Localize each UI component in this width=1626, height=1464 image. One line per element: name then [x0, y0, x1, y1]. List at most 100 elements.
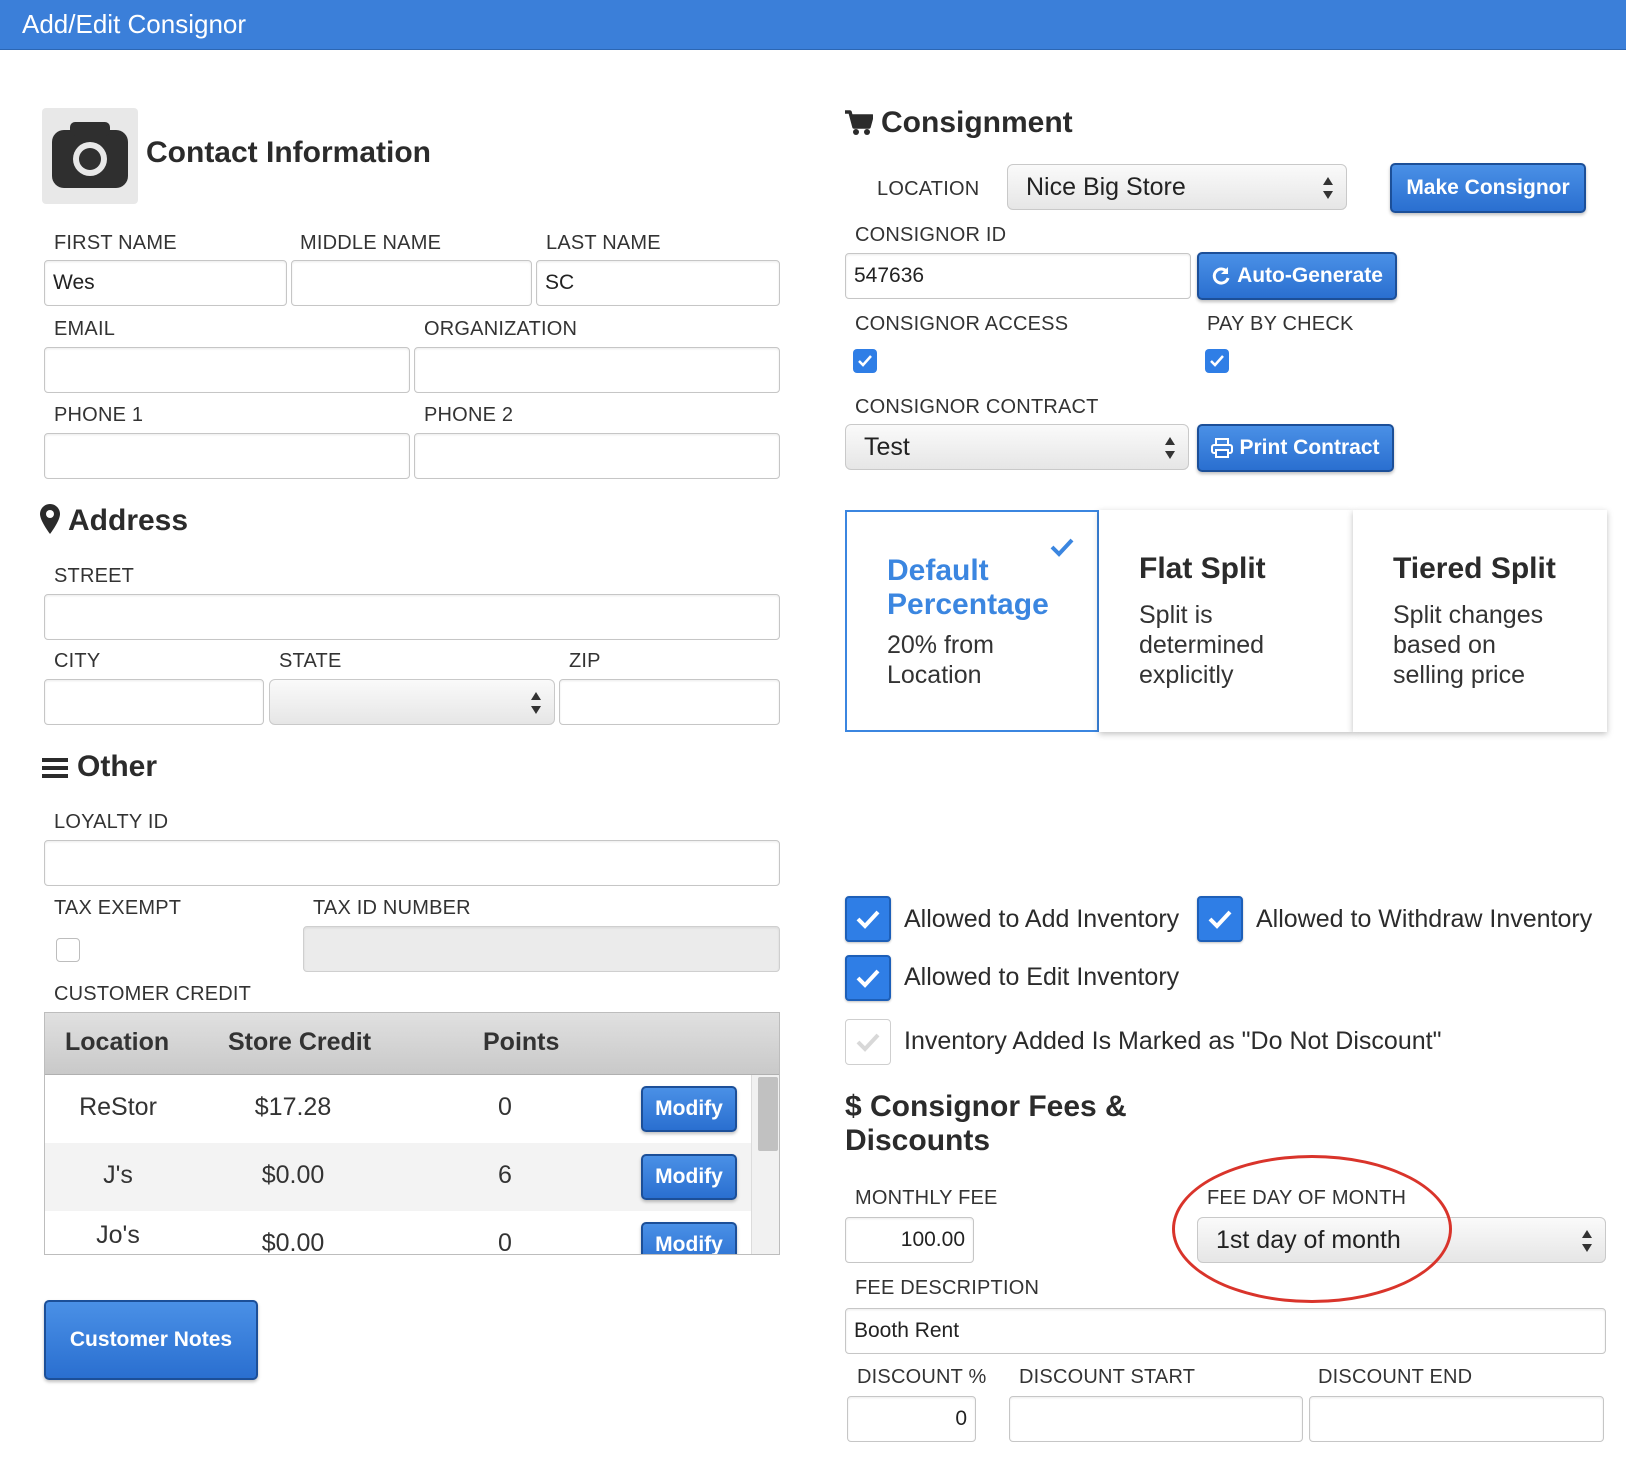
consignor-access-checkbox[interactable]: [853, 349, 877, 373]
last-name-label: LAST NAME: [546, 232, 661, 254]
allow-withdraw-inventory-checkbox[interactable]: [1197, 896, 1243, 942]
phone2-label: PHONE 2: [424, 404, 514, 426]
allow-add-inventory-label: Allowed to Add Inventory: [904, 905, 1180, 933]
location-select[interactable]: Nice Big Store: [1007, 164, 1347, 210]
checkmark-icon: [856, 910, 880, 929]
middle-name-label: MIDDLE NAME: [300, 232, 442, 254]
modify-button[interactable]: Modify: [641, 1154, 737, 1200]
contract-select[interactable]: Test: [845, 424, 1189, 470]
tax-id-input[interactable]: [303, 926, 780, 972]
consignor-contract-label: CONSIGNOR CONTRACT: [855, 396, 1099, 418]
auto-generate-label: Auto-Generate: [1237, 264, 1383, 287]
make-consignor-button[interactable]: Make Consignor: [1390, 163, 1586, 213]
last-name-input[interactable]: SC: [536, 260, 780, 306]
refresh-icon: [1212, 267, 1230, 285]
do-not-discount-checkbox[interactable]: [845, 1019, 891, 1065]
consignor-id-input[interactable]: 547636: [845, 253, 1191, 299]
split-card-description: 20% from Location: [887, 631, 994, 689]
print-icon: [1211, 438, 1234, 458]
split-card-description: Split is determined explicitly: [1139, 601, 1265, 689]
location-label: LOCATION: [877, 178, 980, 200]
checkmark-icon: [1210, 355, 1224, 367]
cell-points: 0: [498, 1229, 512, 1255]
other-heading: Other: [77, 750, 158, 783]
modify-button[interactable]: Modify: [641, 1222, 737, 1254]
phone1-input[interactable]: [44, 433, 410, 479]
discount-end-input[interactable]: [1309, 1396, 1604, 1442]
street-label: STREET: [54, 565, 135, 587]
select-arrows-icon: [531, 692, 541, 714]
email-input[interactable]: [44, 347, 410, 393]
print-contract-button[interactable]: Print Contract: [1197, 424, 1394, 472]
scrollbar-thumb[interactable]: [758, 1077, 778, 1151]
city-input[interactable]: [44, 679, 264, 725]
customer-credit-label: CUSTOMER CREDIT: [54, 983, 252, 1005]
shopping-cart-icon: [845, 110, 874, 136]
monthly-fee-input[interactable]: 100.00: [845, 1217, 974, 1263]
checkmark-icon: [856, 969, 880, 988]
zip-input[interactable]: [559, 679, 780, 725]
state-label: STATE: [279, 650, 342, 672]
phone2-input[interactable]: [414, 433, 780, 479]
monthly-fee-label: MONTHLY FEE: [855, 1187, 998, 1209]
loyalty-input[interactable]: [44, 840, 780, 886]
camera-icon[interactable]: [42, 108, 138, 204]
column-header-store-credit: Store Credit: [228, 1028, 372, 1056]
allow-withdraw-inventory-label: Allowed to Withdraw Inventory: [1256, 905, 1593, 933]
fee-description-label: FEE DESCRIPTION: [855, 1277, 1040, 1299]
cell-location: J's: [103, 1161, 133, 1189]
address-heading: Address: [68, 504, 189, 537]
cell-store-credit: $0.00: [261, 1161, 325, 1189]
title-bar: Add/Edit Consignor: [0, 0, 1626, 50]
pay-by-check-checkbox[interactable]: [1205, 349, 1229, 373]
cell-location: ReStor: [79, 1093, 157, 1121]
consignment-heading: Consignment: [881, 106, 1073, 139]
consignor-access-label: CONSIGNOR ACCESS: [855, 313, 1069, 335]
discount-pct-input[interactable]: 0: [847, 1396, 976, 1442]
discount-start-input[interactable]: [1009, 1396, 1303, 1442]
customer-notes-button[interactable]: Customer Notes: [44, 1300, 258, 1380]
split-card-title: Tiered Split: [1393, 552, 1556, 585]
do-not-discount-label: Inventory Added Is Marked as "Do Not Dis…: [904, 1027, 1442, 1055]
modify-button[interactable]: Modify: [641, 1086, 737, 1132]
menu-icon: [42, 756, 68, 780]
tax-exempt-checkbox[interactable]: [56, 938, 80, 962]
middle-name-input[interactable]: [291, 260, 532, 306]
split-card-default-percentage[interactable]: Default Percentage 20% from Location: [845, 510, 1099, 732]
first-name-label: FIRST NAME: [54, 232, 177, 254]
map-marker-icon: [40, 504, 60, 534]
select-arrows-icon: [1165, 437, 1175, 459]
split-card-tiered-split[interactable]: Tiered Split Split changes based on sell…: [1353, 510, 1607, 732]
organization-input[interactable]: [414, 347, 780, 393]
select-arrows-icon: [1323, 177, 1333, 199]
consignor-id-label: CONSIGNOR ID: [855, 224, 1007, 246]
loyalty-label: LOYALTY ID: [54, 811, 169, 833]
cell-store-credit: $17.28: [254, 1093, 332, 1121]
split-card-flat-split[interactable]: Flat Split Split is determined explicitl…: [1099, 510, 1353, 732]
street-input[interactable]: [44, 594, 780, 640]
phone1-label: PHONE 1: [54, 404, 144, 426]
discount-pct-label: DISCOUNT %: [857, 1366, 987, 1388]
window-title: Add/Edit Consignor: [22, 9, 247, 39]
fees-heading: $ Consignor Fees & Discounts: [845, 1090, 1127, 1158]
fees-heading-line1: $ Consignor Fees &: [845, 1090, 1127, 1123]
zip-label: ZIP: [569, 650, 601, 672]
allow-edit-inventory-label: Allowed to Edit Inventory: [904, 963, 1180, 991]
contract-value: Test: [864, 433, 910, 461]
cell-location: Jo's: [96, 1221, 140, 1249]
pay-by-check-label: PAY BY CHECK: [1207, 313, 1354, 335]
state-select[interactable]: [269, 679, 555, 725]
email-label: EMAIL: [54, 318, 116, 340]
allow-add-inventory-checkbox[interactable]: [845, 896, 891, 942]
table-row: ReStor $17.28 0 Modify: [45, 1075, 751, 1143]
table-row: Jo's $0.00 0 Modify: [45, 1211, 751, 1255]
auto-generate-button[interactable]: Auto-Generate: [1197, 252, 1397, 300]
allow-edit-inventory-checkbox[interactable]: [845, 955, 891, 1001]
checkmark-icon: [858, 355, 872, 367]
customer-credit-table: Location Store Credit Points ReStor $17.…: [44, 1012, 780, 1255]
table-scrollbar[interactable]: [751, 1075, 779, 1254]
first-name-input[interactable]: Wes: [44, 260, 287, 306]
fee-description-input[interactable]: Booth Rent: [845, 1308, 1606, 1354]
cell-store-credit: $0.00: [261, 1229, 325, 1255]
city-label: CITY: [54, 650, 101, 672]
